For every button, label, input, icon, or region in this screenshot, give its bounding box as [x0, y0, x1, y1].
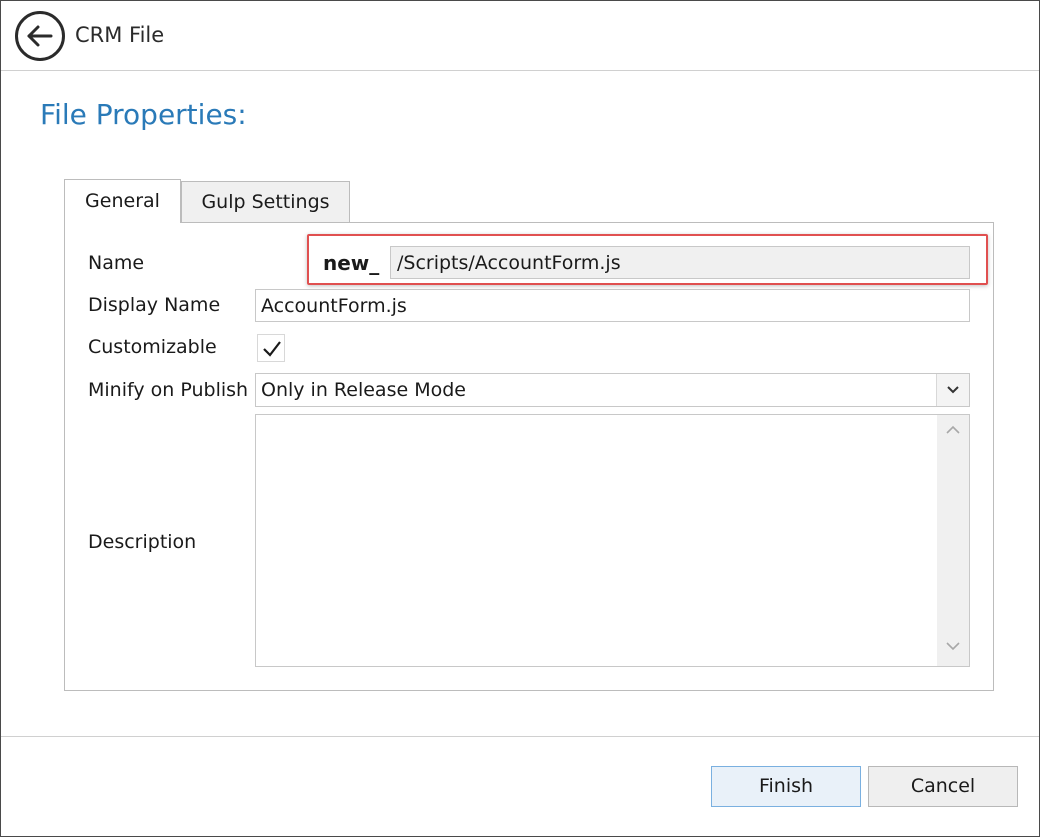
- tab-general[interactable]: General: [64, 179, 181, 223]
- dialog-window: CRM File File Properties: General Gulp S…: [0, 0, 1040, 837]
- chevron-down-icon: [947, 386, 959, 394]
- chevron-up-icon[interactable]: [945, 425, 961, 435]
- display-name-field[interactable]: AccountForm.js: [255, 289, 970, 322]
- footer-divider: [1, 736, 1039, 737]
- minify-select[interactable]: Only in Release Mode: [255, 373, 970, 407]
- minify-dropdown-button[interactable]: [936, 374, 969, 406]
- minify-selected-value: Only in Release Mode: [261, 379, 466, 401]
- checkmark-icon: [263, 341, 281, 357]
- description-label: Description: [88, 531, 197, 553]
- publisher-prefix: new_: [323, 251, 380, 275]
- back-button[interactable]: [15, 11, 65, 61]
- minify-label: Minify on Publish: [88, 379, 249, 401]
- finish-button[interactable]: Finish: [711, 766, 861, 807]
- name-label: Name: [88, 252, 145, 274]
- description-field[interactable]: [255, 414, 970, 667]
- window-title: CRM File: [75, 23, 165, 47]
- page-title: File Properties:: [40, 98, 247, 131]
- customizable-label: Customizable: [88, 336, 217, 358]
- title-bar: CRM File: [1, 1, 1039, 71]
- arrow-left-circle-icon: [27, 25, 53, 47]
- tab-gulp-settings[interactable]: Gulp Settings: [181, 181, 350, 222]
- customizable-checkbox[interactable]: [257, 334, 285, 362]
- description-scrollbar[interactable]: [937, 415, 969, 666]
- cancel-button[interactable]: Cancel: [868, 766, 1018, 807]
- display-name-label: Display Name: [88, 294, 221, 316]
- chevron-down-icon[interactable]: [945, 641, 961, 651]
- name-field[interactable]: /Scripts/AccountForm.js: [390, 246, 970, 279]
